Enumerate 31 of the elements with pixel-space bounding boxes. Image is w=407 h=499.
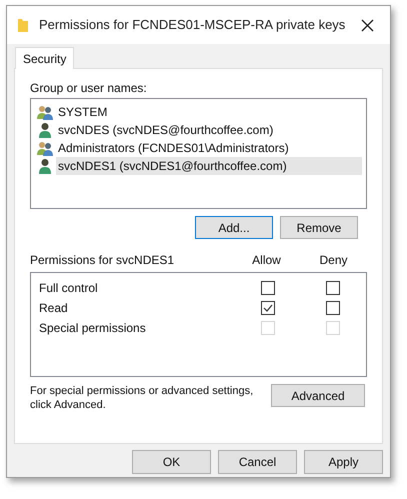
window-title: Permissions for FCNDES01-MSCEP-RA private keys — [39, 16, 346, 34]
dialog-button[interactable]: Apply — [304, 450, 383, 474]
permission-name: Read — [38, 300, 69, 317]
column-header: Allow — [251, 252, 282, 269]
list-item[interactable]: svcNDES1 (svcNDES1@fourthcoffee.com) — [56, 157, 362, 175]
user-icon — [39, 122, 51, 138]
group-list-label: Group or user names: — [30, 80, 148, 95]
checkbox[interactable] — [326, 301, 340, 315]
dialog-button[interactable]: Cancel — [218, 450, 297, 474]
list-item[interactable]: svcNDES (svcNDES@fourthcoffee.com) — [56, 121, 362, 139]
list-item[interactable]: SYSTEM — [56, 103, 362, 121]
dialog-button[interactable]: Add... — [195, 216, 273, 239]
checkbox[interactable] — [261, 281, 276, 295]
advanced-button[interactable]: Advanced — [271, 384, 365, 407]
folder-icon — [17, 18, 29, 32]
column-header: Deny — [318, 252, 348, 269]
tab[interactable]: Security — [15, 47, 74, 69]
dialog-button[interactable]: OK — [132, 450, 211, 474]
permission-name: Special permissions — [38, 320, 147, 337]
close-icon[interactable] — [361, 18, 374, 32]
permission-name: Full control — [38, 280, 99, 297]
checkbox[interactable] — [261, 301, 276, 315]
advanced-hint: For special permissions or advanced settings, click Advanced. — [30, 384, 254, 412]
dialog-button[interactable]: Remove — [280, 216, 358, 239]
users-icon — [37, 140, 53, 156]
user-icon — [39, 158, 51, 174]
user-list[interactable]: SYSTEM svcNDES (svcNDES@fourthcoffee.com) Administrators (FCNDES01\Administrators) svcNDES1 (svcNDES1@fourthcoffee.com) — [30, 98, 367, 209]
checkbox[interactable] — [326, 281, 340, 295]
permissions-label: Permissions for svcNDES1 — [30, 252, 176, 269]
users-icon — [37, 104, 53, 120]
list-item[interactable]: Administrators (FCNDES01\Administrators) — [56, 139, 362, 157]
